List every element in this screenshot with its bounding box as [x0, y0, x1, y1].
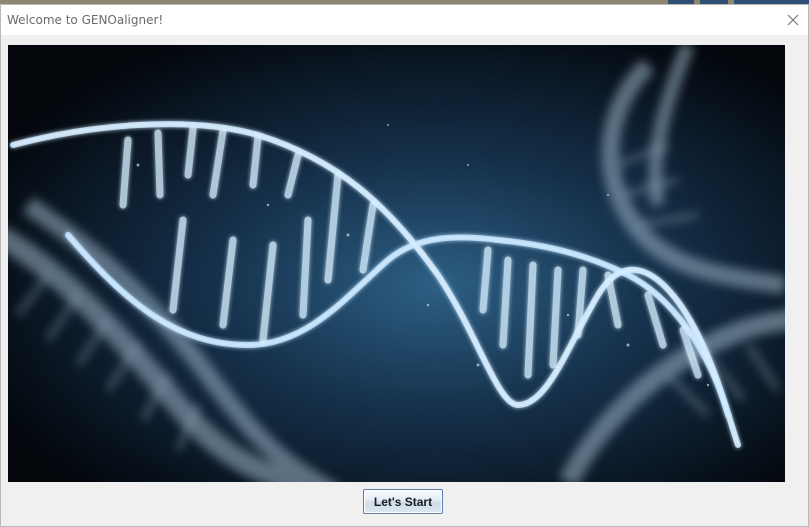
- close-icon: [787, 14, 799, 26]
- window-title: Welcome to GENOaligner!: [7, 13, 164, 27]
- welcome-dialog: Welcome to GENOaligner! Let's Start: [0, 4, 809, 527]
- dna-helix-illustration: [8, 45, 785, 482]
- lets-start-button[interactable]: Let's Start: [363, 489, 443, 514]
- dna-image: [8, 45, 785, 482]
- title-bar[interactable]: Welcome to GENOaligner!: [1, 5, 808, 35]
- close-button[interactable]: [778, 5, 808, 35]
